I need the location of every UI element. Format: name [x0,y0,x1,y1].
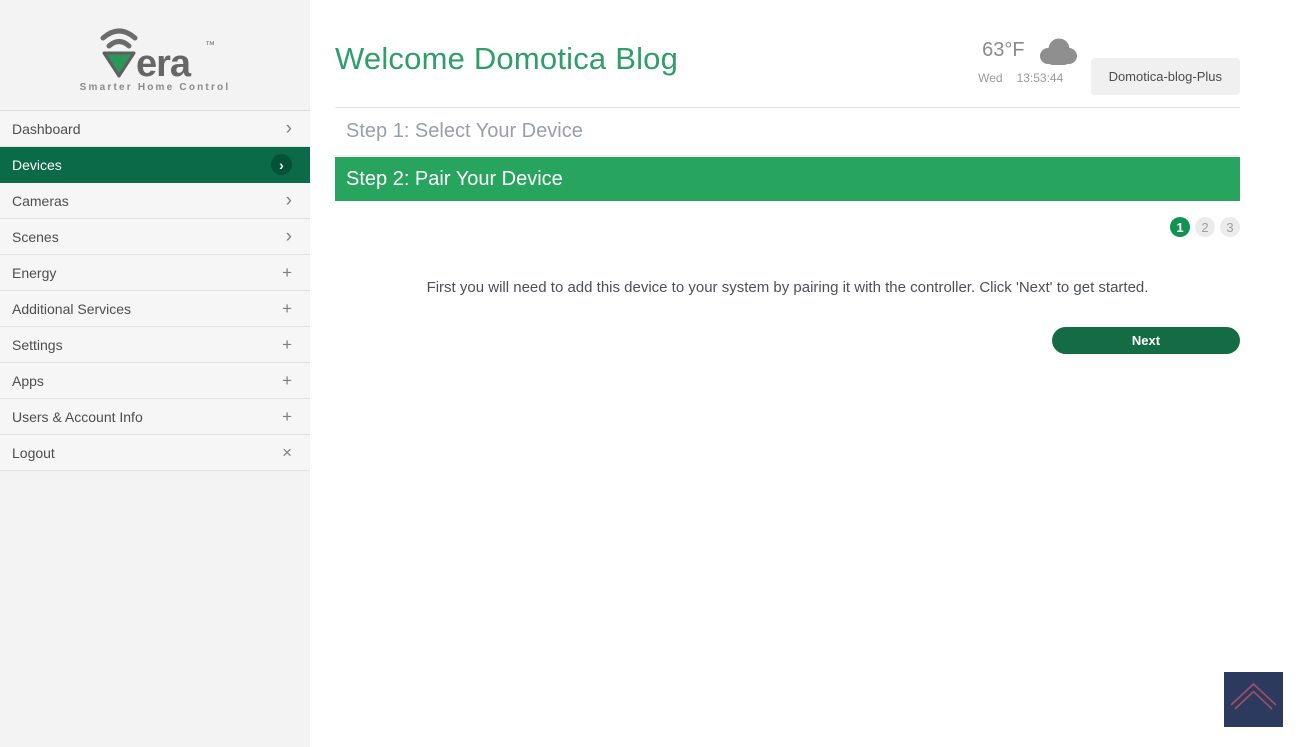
sidebar-item-label: Devices [12,157,62,173]
vera-logo: era ™ Smarter Home Control [0,0,310,111]
chevron-up-icon [1224,672,1283,727]
wifi-arc-outer-icon [103,31,135,38]
vera-logo-text: era [136,43,192,84]
wizard-pager: 1 2 3 [335,217,1240,237]
sidebar-item-label: Cameras [12,193,69,209]
sidebar-item-label: Dashboard [12,121,81,137]
close-icon: × [282,444,292,461]
datetime: Wed 13:53:44 [978,71,1078,85]
pairing-instruction-text: First you will need to add this device t… [335,279,1240,296]
weather-temperature: 63°F [982,39,1024,62]
main-content: Welcome Domotica Blog 63°F [310,0,1300,747]
pager-dot-1: 1 [1170,217,1190,237]
sidebar-item-logout[interactable]: Logout × [0,435,310,471]
sidebar-item-cameras[interactable]: Cameras › [0,183,310,219]
plus-icon: + [282,264,292,281]
vera-v-triangle-icon [104,53,134,76]
sidebar-item-dashboard[interactable]: Dashboard › [0,111,310,147]
sidebar-item-additional-services[interactable]: Additional Services + [0,291,310,327]
pager-dot-3: 3 [1220,217,1240,237]
controller-name-chip[interactable]: Domotica-blog-Plus [1091,58,1240,95]
sidebar-item-label: Settings [12,337,63,353]
sidebar-item-label: Energy [12,265,56,281]
wifi-arc-inner-icon [109,41,129,46]
vera-trademark: ™ [205,40,215,51]
sidebar-item-users-account-info[interactable]: Users & Account Info + [0,399,310,435]
sidebar-item-apps[interactable]: Apps + [0,363,310,399]
sidebar: era ™ Smarter Home Control Dashboard › D… [0,0,310,747]
vera-app-window: era ™ Smarter Home Control Dashboard › D… [0,0,1300,747]
sidebar-item-label: Additional Services [12,301,131,317]
plus-icon: + [282,372,292,389]
sidebar-item-label: Logout [12,445,55,461]
main-header: Welcome Domotica Blog 63°F [335,0,1240,95]
vera-logo-mark: era ™ [92,26,218,84]
sidebar-item-label: Apps [12,373,44,389]
clock-time: 13:53:44 [1017,71,1064,85]
wizard-step1-header[interactable]: Step 1: Select Your Device [335,108,1240,156]
sidebar-item-devices[interactable]: Devices › [0,147,310,183]
sidebar-item-energy[interactable]: Energy + [0,255,310,291]
cloud-icon [1035,38,1079,65]
chevron-right-icon: › [286,191,292,210]
sidebar-menu: Dashboard › Devices › Cameras › Scenes ›… [0,111,310,471]
wizard-actions: Next [335,327,1240,354]
plus-icon: + [282,336,292,353]
sidebar-item-scenes[interactable]: Scenes › [0,219,310,255]
plus-icon: + [282,300,292,317]
weekday-label: Wed [978,71,1002,85]
wizard-step2-header[interactable]: Step 2: Pair Your Device [335,157,1240,201]
page-title: Welcome Domotica Blog [335,42,805,76]
chevron-right-circle-icon: › [271,154,292,175]
header-right: 63°F Wed 13:53:44 [978,42,1240,95]
pager-dot-2: 2 [1195,217,1215,237]
sidebar-item-label: Scenes [12,229,59,245]
scroll-to-top-button[interactable] [1224,672,1283,727]
next-button[interactable]: Next [1052,327,1240,354]
chevron-right-icon: › [286,227,292,246]
logo-tagline: Smarter Home Control [80,82,231,93]
plus-icon: + [282,408,292,425]
sidebar-item-settings[interactable]: Settings + [0,327,310,363]
weather-widget: 63°F Wed 13:53:44 [978,36,1078,85]
sidebar-item-label: Users & Account Info [12,409,143,425]
chevron-right-icon: › [286,119,292,138]
